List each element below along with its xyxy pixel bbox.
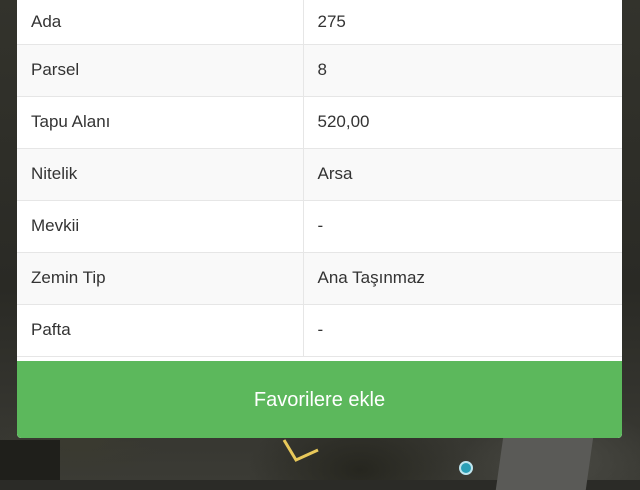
table-row: Mevkii - [17, 200, 622, 253]
row-value: 520,00 [303, 96, 622, 149]
row-label: Pafta [17, 304, 304, 357]
parcel-info-card: Ada 275 Parsel 8 Tapu Alanı 520,00 Nitel… [17, 0, 622, 438]
parcel-info-table: Ada 275 Parsel 8 Tapu Alanı 520,00 Nitel… [17, 0, 622, 357]
row-label: Zemin Tip [17, 252, 304, 305]
row-value: - [303, 200, 622, 253]
row-label: Parsel [17, 44, 304, 97]
row-label: Nitelik [17, 148, 304, 201]
row-label: Tapu Alanı [17, 96, 304, 149]
row-value: 8 [303, 44, 622, 97]
add-to-favorites-button[interactable]: Favorilere ekle [17, 361, 622, 438]
table-row: Ada 275 [17, 0, 622, 45]
map-building [0, 440, 60, 480]
row-label: Ada [17, 0, 304, 45]
map-road [495, 430, 595, 490]
row-value: - [303, 304, 622, 357]
location-dot-icon[interactable] [459, 461, 473, 475]
row-value: Arsa [303, 148, 622, 201]
table-row: Nitelik Arsa [17, 148, 622, 201]
row-value: 275 [303, 0, 622, 45]
row-label: Mevkii [17, 200, 304, 253]
table-row: Pafta - [17, 304, 622, 357]
table-row: Tapu Alanı 520,00 [17, 96, 622, 149]
table-row: Parsel 8 [17, 44, 622, 97]
row-value: Ana Taşınmaz [303, 252, 622, 305]
table-row: Zemin Tip Ana Taşınmaz [17, 252, 622, 305]
